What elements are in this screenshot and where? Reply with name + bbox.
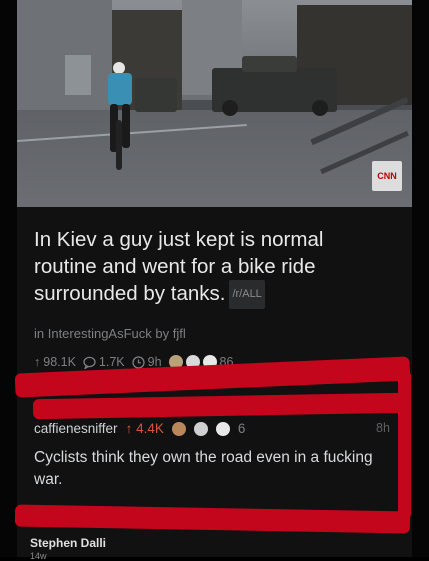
clock-icon [131, 355, 145, 369]
comment-upvote-icon: ↑ [125, 421, 133, 436]
post-flair[interactable]: /r/ALL [229, 280, 265, 310]
post-thumbnail[interactable]: CNN [17, 0, 412, 207]
bicycle [116, 120, 122, 170]
post-title-text: In Kiev a guy just kept is normal routin… [34, 228, 324, 305]
comment-header: caffienesniffer ↑ 4.4K 6 [34, 421, 245, 436]
comment-bubble-icon [83, 356, 96, 369]
tank-wheel [312, 100, 328, 116]
comment-award-count: 6 [237, 421, 246, 436]
cyclist-leg [122, 104, 130, 148]
silver-award-icon [215, 421, 230, 436]
comment-body: Cyclists think they own the road even in… [34, 449, 373, 488]
comment-stat[interactable]: 1.7K [83, 355, 125, 369]
comment-score-wrap[interactable]: ↑ 4.4K [126, 421, 164, 436]
cnn-logo: CNN [372, 161, 402, 191]
thumbnail-window [65, 55, 91, 95]
post-title[interactable]: In Kiev a guy just kept is normal routin… [34, 226, 379, 310]
next-comment-meta: 14w [30, 551, 47, 561]
post-subreddit-author[interactable]: in InterestingAsFuck by fjfl [34, 326, 186, 341]
upvote-count: 98.1K [43, 355, 76, 369]
comment-count: 1.7K [98, 355, 125, 369]
upvote-arrow-icon: ↑ [34, 355, 41, 369]
comment-age: 8h [376, 421, 390, 435]
next-comment-username[interactable]: Stephen Dalli [30, 536, 106, 550]
comment-score: 4.4K [136, 421, 164, 436]
red-highlight-right [398, 370, 411, 520]
comment-username[interactable]: caffienesniffer [34, 421, 118, 436]
award-icon [193, 421, 208, 436]
upvote-stat[interactable]: ↑ 98.1K [34, 355, 76, 369]
tank-left [135, 78, 177, 112]
tank-wheel [222, 100, 238, 116]
cyclist-jersey [108, 73, 132, 105]
award-icon [171, 421, 186, 436]
tank-turret [242, 56, 297, 72]
